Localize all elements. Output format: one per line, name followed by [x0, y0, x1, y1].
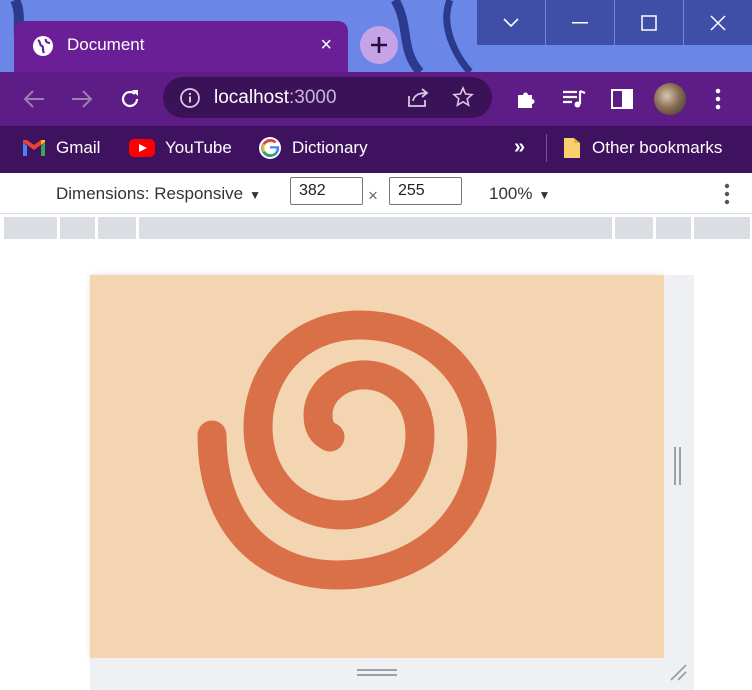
width-input[interactable]	[290, 177, 363, 205]
grip-vertical-icon	[674, 447, 681, 485]
media-query-bar	[4, 217, 750, 239]
bookmark-label: Gmail	[56, 138, 101, 157]
caret-down-icon: ▼	[249, 188, 261, 202]
new-tab-button[interactable]	[360, 26, 398, 64]
minimize-icon	[572, 21, 588, 23]
dimensions-label: Dimensions: Responsive	[56, 184, 244, 203]
reload-button[interactable]	[117, 86, 143, 112]
media-query-segment[interactable]	[98, 217, 136, 239]
close-icon	[710, 14, 726, 31]
chevron-down-icon	[503, 17, 519, 27]
dimension-separator: ×	[368, 186, 378, 205]
media-query-segment[interactable]	[694, 217, 750, 239]
bookmark-label: Other bookmarks	[592, 138, 723, 157]
media-query-segment[interactable]	[4, 217, 57, 239]
back-button[interactable]	[21, 86, 47, 112]
bottom-resize-handle[interactable]	[90, 658, 694, 690]
share-icon[interactable]	[406, 86, 430, 108]
youtube-icon	[129, 139, 155, 157]
star-icon[interactable]	[452, 86, 474, 108]
bookmark-label: Dictionary	[292, 138, 368, 157]
tab-document[interactable]: Document ×	[14, 21, 348, 72]
tab-title: Document	[67, 35, 145, 54]
media-query-segment[interactable]	[615, 217, 653, 239]
bookmark-label: YouTube	[165, 138, 232, 157]
corner-resize-icon[interactable]	[668, 662, 688, 682]
browser-menu-button[interactable]	[705, 86, 731, 112]
playlist-icon	[563, 89, 586, 108]
spiral-graphic	[197, 310, 497, 590]
profile-avatar[interactable]	[654, 83, 686, 115]
tab-search-button[interactable]	[476, 0, 545, 45]
folder-icon	[564, 138, 580, 158]
window-controls	[476, 0, 752, 46]
bookmark-youtube[interactable]: YouTube	[129, 136, 232, 160]
dimensions-dropdown[interactable]: Dimensions: Responsive ▼	[56, 184, 261, 204]
url-host: localhost	[214, 87, 289, 108]
media-query-segment[interactable]	[656, 217, 691, 239]
side-panel-button[interactable]	[609, 86, 635, 112]
maximize-button[interactable]	[614, 0, 683, 45]
url-text[interactable]: localhost:3000	[214, 87, 337, 109]
bookmarks-bar: Gmail YouTube Dictionary » Other bookmar…	[0, 126, 752, 173]
bookmark-other[interactable]: Other bookmarks	[562, 136, 722, 160]
caret-down-icon: ▼	[538, 188, 551, 202]
forward-button[interactable]	[69, 86, 95, 112]
media-query-segment[interactable]	[60, 217, 95, 239]
browser-toolbar: localhost:3000	[0, 72, 752, 126]
extensions-button[interactable]	[513, 86, 539, 112]
close-window-button[interactable]	[683, 0, 752, 45]
zoom-label: 100%	[489, 184, 533, 203]
more-vert-icon	[715, 88, 721, 110]
right-resize-handle[interactable]	[664, 275, 694, 658]
arrow-right-icon	[72, 90, 93, 108]
bookmark-dictionary[interactable]: Dictionary	[258, 136, 368, 160]
grip-horizontal-icon	[357, 669, 397, 676]
bookmarks-divider	[546, 134, 547, 162]
more-vert-icon[interactable]	[724, 183, 730, 205]
tab-close-icon[interactable]: ×	[320, 35, 332, 55]
bookmarks-overflow-button[interactable]: »	[514, 136, 525, 159]
globe-icon	[33, 36, 53, 56]
address-bar[interactable]: localhost:3000	[163, 77, 492, 118]
gmail-icon	[23, 140, 45, 156]
media-control-button[interactable]	[561, 86, 587, 112]
zoom-dropdown[interactable]: 100% ▼	[489, 184, 550, 204]
info-icon[interactable]	[179, 87, 201, 109]
height-input[interactable]	[389, 177, 462, 205]
media-query-segment[interactable]	[139, 217, 612, 239]
reload-icon	[121, 90, 139, 108]
url-port: :3000	[289, 87, 337, 108]
maximize-icon	[641, 14, 657, 31]
minimize-button[interactable]	[545, 0, 614, 45]
tab-strip: Document ×	[0, 0, 752, 72]
google-icon	[259, 137, 281, 159]
bookmark-gmail[interactable]: Gmail	[22, 136, 100, 160]
plus-icon	[371, 37, 387, 53]
arrow-left-icon	[23, 90, 44, 108]
page-viewport	[90, 275, 664, 658]
side-panel-icon	[611, 89, 633, 109]
puzzle-icon	[518, 92, 535, 108]
device-toolbar: Dimensions: Responsive ▼ × 100% ▼	[0, 173, 752, 214]
